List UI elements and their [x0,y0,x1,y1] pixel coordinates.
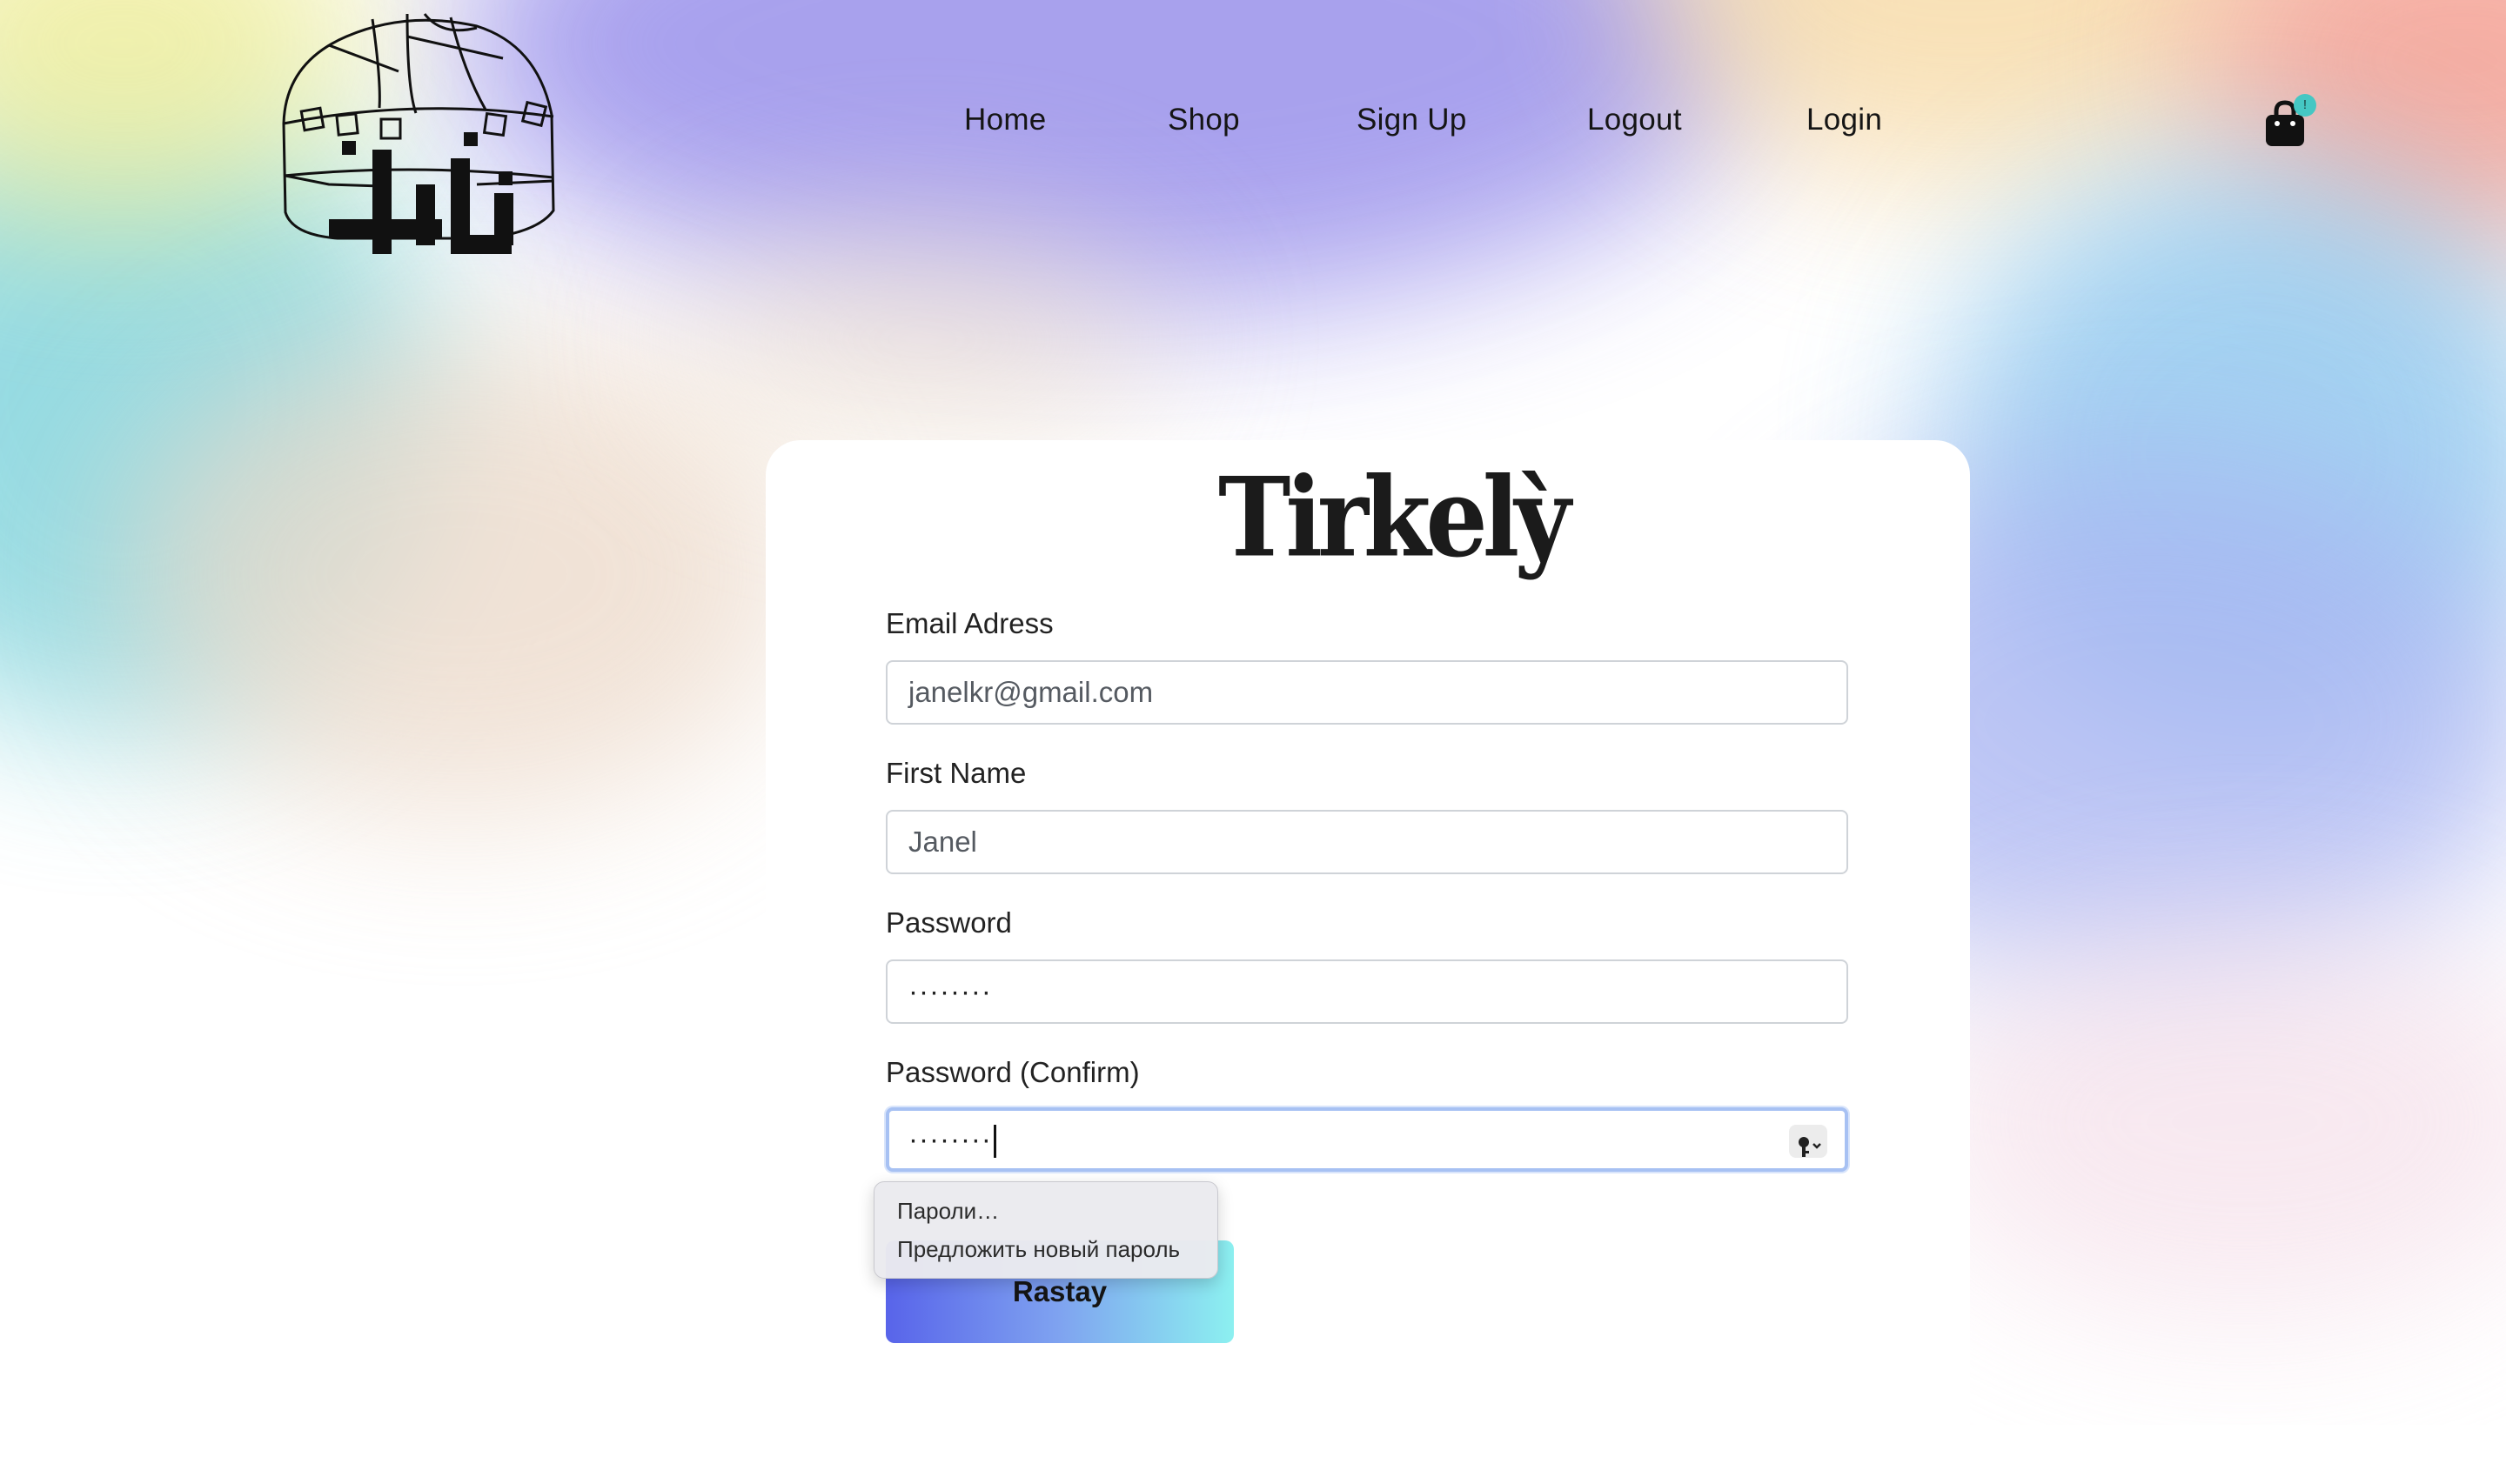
password-autofill-menu: Пароли… Предложить новый пароль [874,1181,1218,1279]
menu-item-passwords[interactable]: Пароли… [897,1198,999,1225]
password-confirm-value: ········ [908,1123,992,1155]
cart-badge: ! [2294,94,2316,117]
email-field[interactable]: janelkr@gmail.com [886,660,1848,725]
nav-signup[interactable]: Sign Up [1357,103,1467,137]
password-key-button[interactable] [1789,1125,1827,1158]
password-confirm-label: Password (Confirm) [886,1056,1140,1088]
brand-title: Tirkelỳ [1218,454,1571,582]
password-label: Password [886,906,1012,939]
password-confirm-field[interactable]: ········ [886,1107,1848,1172]
first-name-label: First Name [886,757,1027,789]
password-field[interactable]: ········ [886,959,1848,1024]
yurt-logo[interactable] [277,10,560,268]
menu-item-suggest-password[interactable]: Предложить новый пароль [897,1236,1180,1263]
text-caret [993,1125,996,1159]
email-label: Email Adress [886,607,1054,639]
nav-login[interactable]: Login [1806,103,1882,137]
nav-logout[interactable]: Logout [1587,103,1682,137]
key-icon [1799,1137,1821,1157]
first-name-field[interactable]: Janel [886,810,1848,874]
nav-home[interactable]: Home [964,103,1047,137]
nav-shop[interactable]: Shop [1168,103,1240,137]
